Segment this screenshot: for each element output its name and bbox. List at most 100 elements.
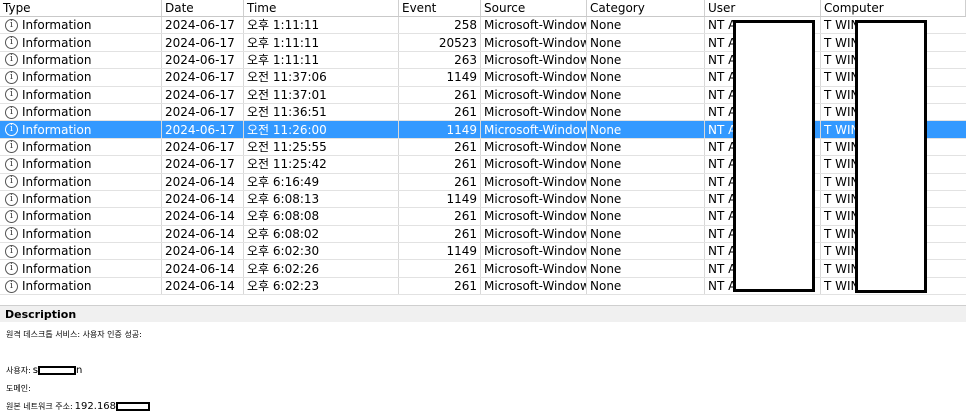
cell-source-text: Microsoft-Windows- bbox=[484, 105, 586, 120]
cell-event: 261 bbox=[399, 86, 481, 103]
cell-event-text: 261 bbox=[454, 105, 477, 120]
cell-date-text: 2024-06-17 bbox=[165, 35, 235, 50]
cell-category-text: None bbox=[590, 192, 622, 207]
cell-event-text: 1149 bbox=[446, 122, 477, 137]
table-row[interactable]: i Information 2024-06-14 오후 6:02:30 1149 Micr… bbox=[0, 243, 966, 261]
cell-time-text: 오후 6:08:02 bbox=[247, 226, 320, 241]
cell-event-text: 261 bbox=[454, 261, 477, 276]
cell-source-text: Microsoft-Windows- bbox=[484, 226, 586, 241]
cell-category: None bbox=[587, 51, 705, 69]
cell-event-text: 261 bbox=[454, 209, 477, 224]
table-row[interactable]: i Information 2024-06-14 오후 6:08:02 261 Micro… bbox=[0, 225, 966, 244]
column-header-computer[interactable]: Computer bbox=[821, 0, 966, 16]
cell-date: 2024-06-17 bbox=[162, 156, 244, 173]
cell-source: Microsoft-Windows- bbox=[481, 225, 587, 243]
table-row[interactable]: i Information 2024-06-17 오전 11:36:51 261 Micr… bbox=[0, 103, 966, 122]
cell-event-text: 261 bbox=[454, 279, 477, 294]
cell-time: 오후 6:02:26 bbox=[244, 260, 399, 277]
column-header-event[interactable]: Event bbox=[399, 0, 481, 16]
cell-event: 1149 bbox=[399, 121, 481, 138]
cell-type-text: Information bbox=[22, 105, 92, 120]
table-row[interactable]: i Information 2024-06-17 오전 11:25:42 261 Micr… bbox=[0, 156, 966, 174]
cell-category-text: None bbox=[590, 105, 622, 120]
event-list[interactable]: Type Date Time Event Source Category Use… bbox=[0, 0, 966, 296]
column-header-source[interactable]: Source bbox=[481, 0, 587, 16]
cell-event-text: 261 bbox=[454, 174, 477, 189]
cell-event: 20523 bbox=[399, 34, 481, 51]
cell-date: 2024-06-17 bbox=[162, 103, 244, 121]
info-icon: i bbox=[5, 262, 18, 276]
info-icon: i bbox=[5, 18, 18, 32]
table-row[interactable]: i Information 2024-06-17 오후 1:11:11 263 Micro… bbox=[0, 51, 966, 70]
cell-event: 261 bbox=[399, 103, 481, 121]
description-title: Description bbox=[0, 305, 966, 322]
cell-source-text: Microsoft-Windows- bbox=[484, 261, 586, 276]
cell-date-text: 2024-06-17 bbox=[165, 18, 235, 33]
cell-date: 2024-06-14 bbox=[162, 173, 244, 190]
column-header-user[interactable]: User bbox=[705, 0, 821, 16]
table-row[interactable]: i Information 2024-06-17 오전 11:37:06 1149 Mic… bbox=[0, 69, 966, 87]
cell-source: Microsoft-Windows- bbox=[481, 17, 587, 34]
cell-category: None bbox=[587, 173, 705, 190]
table-row[interactable]: i Information 2024-06-17 오전 11:26:00 1149 Mic… bbox=[0, 121, 966, 139]
cell-date: 2024-06-14 bbox=[162, 208, 244, 225]
cell-date: 2024-06-17 bbox=[162, 121, 244, 138]
cell-time: 오후 6:16:49 bbox=[244, 173, 399, 190]
cell-category-text: None bbox=[590, 87, 622, 102]
cell-category-text: None bbox=[590, 122, 622, 137]
table-row[interactable]: i Information 2024-06-14 오후 6:08:13 1149 Micr… bbox=[0, 190, 966, 209]
description-domain-line: 도메인: bbox=[6, 382, 31, 394]
cell-type: i Information bbox=[0, 277, 162, 295]
cell-source-text: Microsoft-Windows- bbox=[484, 174, 586, 189]
cell-date-text: 2024-06-14 bbox=[165, 192, 235, 207]
table-row[interactable]: i Information 2024-06-17 오전 11:25:55 261 Micr… bbox=[0, 138, 966, 157]
cell-source: Microsoft-Windows- bbox=[481, 208, 587, 225]
info-icon: i bbox=[5, 105, 18, 119]
cell-event: 263 bbox=[399, 51, 481, 69]
cell-type-text: Information bbox=[22, 35, 92, 50]
table-row[interactable]: i Information 2024-06-14 오후 6:08:08 261 Micro… bbox=[0, 208, 966, 226]
cell-event: 261 bbox=[399, 156, 481, 173]
cell-event: 261 bbox=[399, 138, 481, 156]
cell-source-text: Microsoft-Windows- bbox=[484, 279, 586, 294]
column-header-type[interactable]: Type bbox=[0, 0, 162, 16]
cell-type: i Information bbox=[0, 138, 162, 156]
cell-event: 1149 bbox=[399, 69, 481, 86]
cell-type-text: Information bbox=[22, 192, 92, 207]
table-row[interactable]: i Information 2024-06-17 오후 1:11:11 258 Micro… bbox=[0, 17, 966, 35]
cell-time-text: 오후 6:02:23 bbox=[247, 279, 320, 294]
cell-type: i Information bbox=[0, 51, 162, 69]
cell-category-text: None bbox=[590, 209, 622, 224]
cell-category-text: None bbox=[590, 279, 622, 294]
cell-time: 오후 1:11:11 bbox=[244, 34, 399, 51]
cell-event: 1149 bbox=[399, 190, 481, 208]
cell-source-text: Microsoft-Windows- bbox=[484, 244, 586, 259]
table-row[interactable]: i Information 2024-06-14 오후 6:02:26 261 Micro… bbox=[0, 260, 966, 278]
cell-date: 2024-06-14 bbox=[162, 190, 244, 208]
address-value-redaction bbox=[116, 401, 151, 411]
column-header-time[interactable]: Time bbox=[244, 0, 399, 16]
table-row[interactable]: i Information 2024-06-14 오후 6:02:23 261 Micro… bbox=[0, 277, 966, 296]
cell-type-text: Information bbox=[22, 174, 92, 189]
cell-source: Microsoft-Windows- bbox=[481, 138, 587, 156]
cell-event: 261 bbox=[399, 225, 481, 243]
table-row[interactable]: i Information 2024-06-17 오전 11:37:01 261 Micr… bbox=[0, 86, 966, 104]
cell-category: None bbox=[587, 121, 705, 138]
column-header-category[interactable]: Category bbox=[587, 0, 705, 16]
cell-type-text: Information bbox=[22, 261, 92, 276]
cell-time-text: 오후 6:02:30 bbox=[247, 244, 320, 259]
table-row[interactable]: i Information 2024-06-14 오후 6:16:49 261 Micro… bbox=[0, 173, 966, 191]
event-rows: i Information 2024-06-17 오후 1:11:11 258 Micro… bbox=[0, 17, 966, 296]
cell-type: i Information bbox=[0, 156, 162, 173]
table-row[interactable]: i Information 2024-06-17 오후 1:11:11 20523 Mic… bbox=[0, 34, 966, 52]
cell-time: 오전 11:37:01 bbox=[244, 86, 399, 103]
cell-source: Microsoft-Windows- bbox=[481, 277, 587, 295]
cell-date: 2024-06-14 bbox=[162, 243, 244, 260]
cell-event-text: 1149 bbox=[446, 244, 477, 259]
cell-type: i Information bbox=[0, 190, 162, 208]
cell-category: None bbox=[587, 86, 705, 103]
column-header-date[interactable]: Date bbox=[162, 0, 244, 16]
cell-event-text: 261 bbox=[454, 139, 477, 154]
info-icon: i bbox=[5, 53, 18, 67]
cell-category: None bbox=[587, 34, 705, 51]
